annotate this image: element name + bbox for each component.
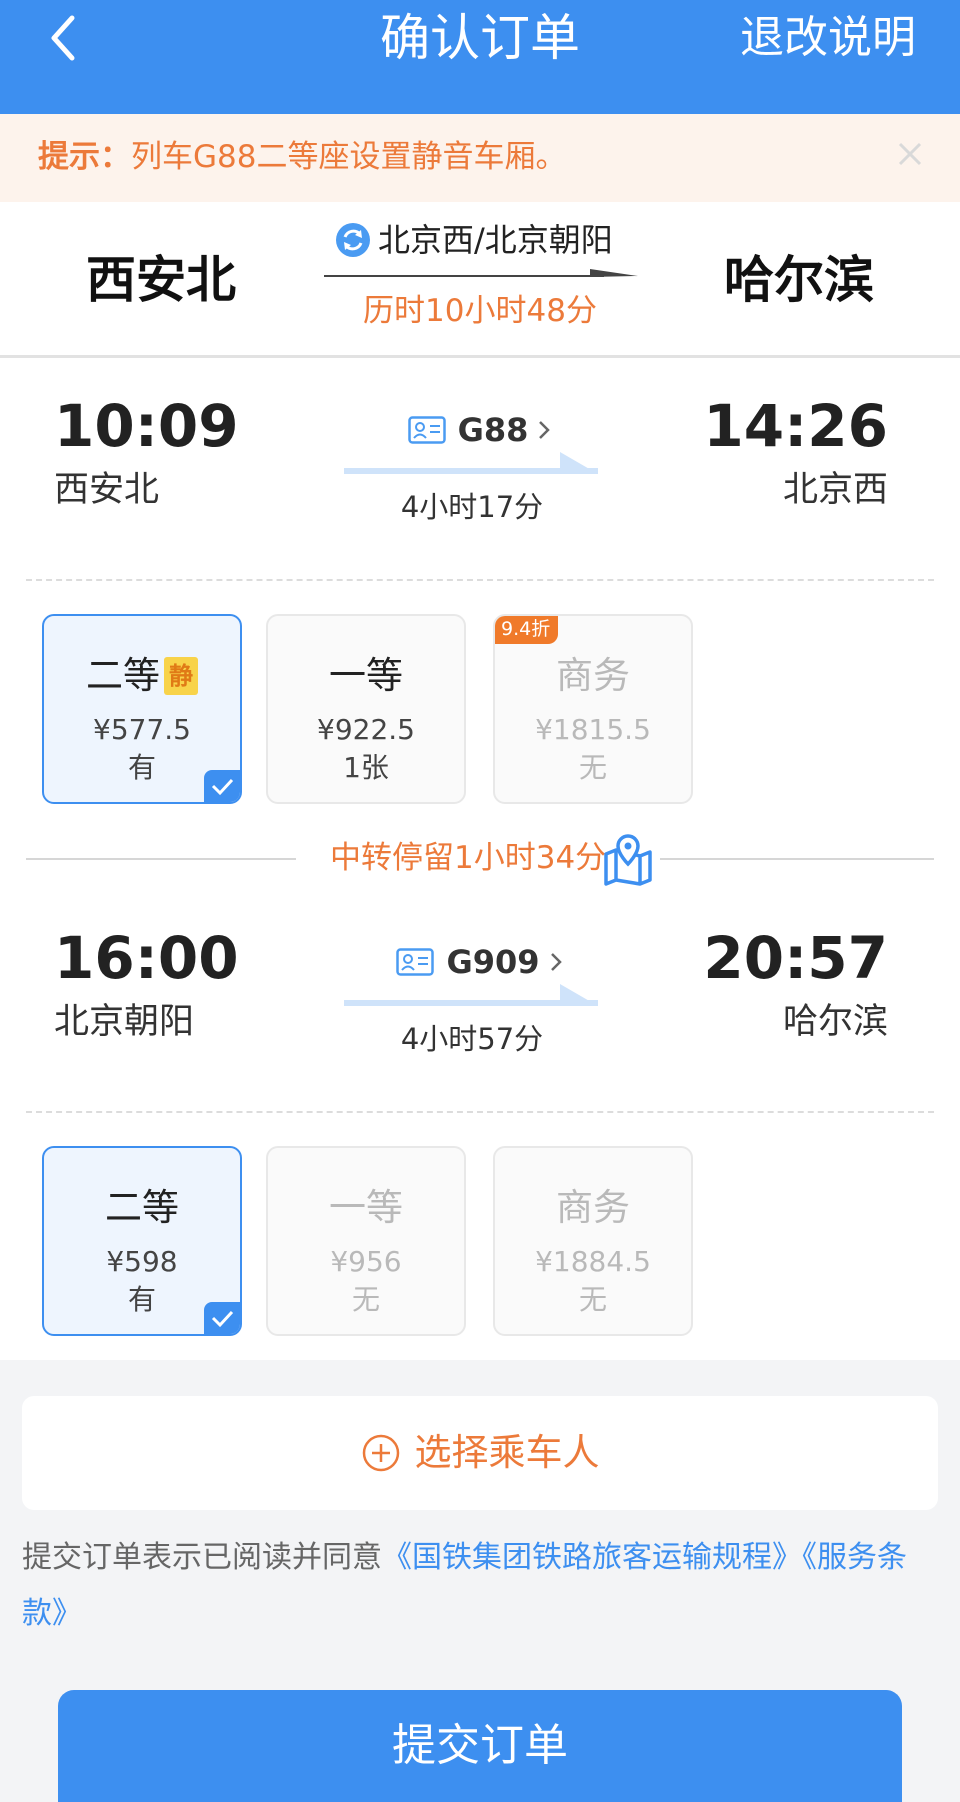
seat-price: ¥598 xyxy=(106,1245,178,1278)
segment-2-train-number: G909 xyxy=(446,943,540,981)
segment-1-train-number: G88 xyxy=(457,411,529,449)
seat-availability: 1张 xyxy=(343,751,389,784)
divider-dashed xyxy=(26,579,934,581)
seat-class: 二等静 xyxy=(44,652,240,700)
plus-circle-icon xyxy=(362,1434,399,1472)
chevron-right-icon xyxy=(550,953,562,971)
seat-class-label: 商务 xyxy=(556,1186,630,1229)
seat-price: ¥922.5 xyxy=(317,713,415,746)
select-passenger-button[interactable]: 选择乘车人 xyxy=(22,1396,938,1510)
submit-order-button[interactable]: 提交订单 xyxy=(58,1690,902,1802)
seat-price: ¥956 xyxy=(330,1245,402,1278)
segment-1-arrive-time: 14:26 xyxy=(703,392,888,460)
seat-class-label: 二等 xyxy=(105,1186,179,1229)
route-destination: 哈尔滨 xyxy=(724,251,874,309)
seat-price: ¥1884.5 xyxy=(535,1245,651,1278)
route-via-text: 北京西/北京朝阳 xyxy=(378,221,613,259)
seat-option-seg1-business[interactable]: 9.4折 商务 ¥1815.5 无 xyxy=(493,614,693,804)
transfer-rule-right xyxy=(660,858,934,860)
transfer-rule-left xyxy=(26,858,296,860)
segment-1-arrow xyxy=(344,452,598,474)
notice-prefix: 提示： xyxy=(38,139,131,175)
chevron-right-icon xyxy=(539,421,551,439)
segment-1-arrive-station: 北京西 xyxy=(782,470,888,510)
check-icon xyxy=(204,770,240,802)
segment-2-arrow xyxy=(344,984,598,1006)
transfer-duration: 中转停留1小时34分 xyxy=(330,840,607,876)
segment-2-arrive-station: 哈尔滨 xyxy=(782,1002,888,1042)
agreement-text: 提交订单表示已阅读并同意《国铁集团铁路旅客运输规程》《服务条款》 xyxy=(22,1530,938,1642)
quiet-car-badge: 静 xyxy=(164,657,198,695)
seat-option-seg2-first[interactable]: 一等 ¥956 无 xyxy=(266,1146,466,1336)
notice-banner: 提示：列车G88二等座设置静音车厢。 xyxy=(0,114,960,202)
seat-option-seg1-second[interactable]: 二等静 ¥577.5 有 xyxy=(42,614,242,804)
seat-option-seg2-second[interactable]: 二等 ¥598 有 xyxy=(42,1146,242,1336)
segments-panel: 10:09 西安北 G88 4小时17分 14:26 北京西 二等静 ¥577.… xyxy=(0,358,960,1360)
seat-class-label: 商务 xyxy=(556,654,630,697)
transport-rules-link[interactable]: 《国铁集团铁路旅客运输规程》 xyxy=(382,1540,802,1575)
seat-availability: 无 xyxy=(578,1283,607,1316)
divider-dashed xyxy=(26,1111,934,1113)
agreement-prefix: 提交订单表示已阅读并同意 xyxy=(22,1540,382,1575)
seat-class-label: 一等 xyxy=(329,1186,403,1229)
segment-2-arrive-time: 20:57 xyxy=(703,924,888,992)
transfer-divider: 中转停留1小时34分 xyxy=(26,832,934,886)
id-card-icon xyxy=(407,416,446,444)
id-card-icon xyxy=(396,948,435,976)
seat-price: ¥577.5 xyxy=(93,713,191,746)
header-bar: 确认订单 退改说明 xyxy=(0,0,960,114)
seat-availability: 无 xyxy=(578,751,607,784)
map-pin-icon[interactable] xyxy=(600,832,656,886)
seat-class-label: 一等 xyxy=(329,654,403,697)
notice-text: 提示：列车G88二等座设置静音车厢。 xyxy=(38,136,566,178)
close-icon[interactable] xyxy=(890,134,930,174)
notice-message: 列车G88二等座设置静音车厢。 xyxy=(131,139,567,175)
route-summary: 西安北 北京西/北京朝阳 历时10小时48分 哈尔滨 xyxy=(0,202,960,358)
seat-class-label: 二等 xyxy=(86,654,160,697)
refund-rules-link[interactable]: 退改说明 xyxy=(740,10,916,66)
seat-option-seg1-first[interactable]: 一等 ¥922.5 1张 xyxy=(266,614,466,804)
discount-badge: 9.4折 xyxy=(495,616,559,644)
check-icon xyxy=(204,1302,240,1334)
route-via: 北京西/北京朝阳 xyxy=(334,218,613,262)
route-arrow xyxy=(324,269,638,277)
select-passenger-label: 选择乘车人 xyxy=(414,1431,600,1474)
seat-price: ¥1815.5 xyxy=(535,713,651,746)
seat-availability: 无 xyxy=(351,1283,380,1316)
seat-option-seg2-business[interactable]: 商务 ¥1884.5 无 xyxy=(493,1146,693,1336)
transfer-icon xyxy=(336,223,370,257)
